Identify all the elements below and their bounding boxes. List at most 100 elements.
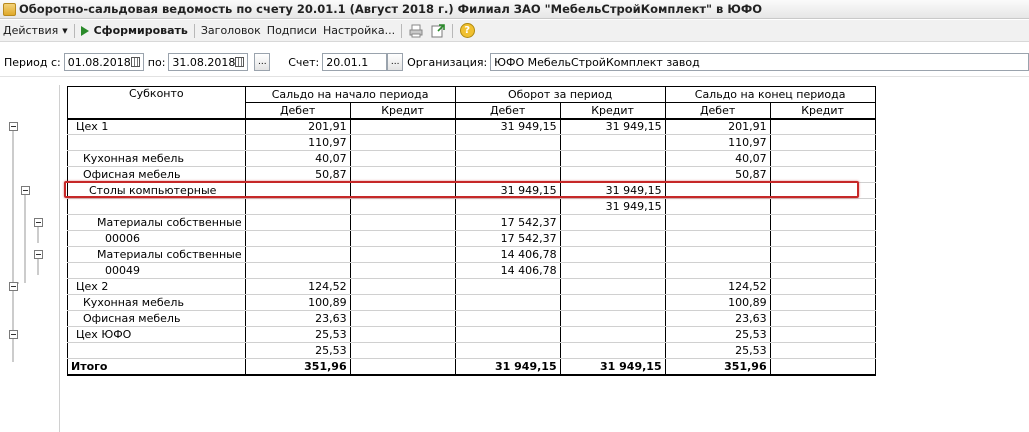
header-button[interactable]: Заголовок — [198, 21, 264, 41]
subkonto-cell: Офисная мебель — [67, 310, 246, 327]
report-area: Субконто Сальдо на начало периода Оборот… — [0, 76, 1029, 432]
opening-debit-cell — [244, 246, 351, 263]
col-turnover: Оборот за период — [454, 86, 666, 103]
total-closing-credit-cell — [769, 358, 876, 376]
col-opening-balance: Сальдо на начало периода — [244, 86, 456, 103]
turnover-credit-cell — [559, 214, 666, 231]
turnover-debit-cell: 31 949,15 — [454, 117, 561, 135]
opening-debit-cell: 201,91 — [244, 117, 351, 135]
table-row[interactable]: Кухонная мебель 40,07 40,07 — [67, 150, 876, 167]
opening-debit-cell: 25,53 — [244, 342, 351, 359]
turnover-debit-cell: 31 949,15 — [454, 182, 561, 199]
table-row[interactable]: 00006 17 542,37 — [67, 230, 876, 247]
table-row[interactable]: Офисная мебель 23,63 23,63 — [67, 310, 876, 327]
calendar-icon[interactable] — [235, 57, 245, 67]
subkonto-cell: Цех 1 — [67, 117, 246, 135]
table-row[interactable]: Цех 2 124,52 124,52 — [67, 278, 876, 295]
table-row[interactable]: Материалы собственные 17 542,37 — [67, 214, 876, 231]
collapse-group-icon[interactable] — [34, 250, 43, 259]
table-row[interactable]: 110,97 110,97 — [67, 134, 876, 151]
col-opening-credit: Кредит — [349, 102, 456, 119]
organization-value: ЮФО МебельСтройКомплект завод — [494, 55, 700, 69]
closing-credit-cell — [769, 278, 876, 295]
turnover-debit-cell — [454, 198, 561, 215]
period-select-button[interactable]: ... — [254, 53, 271, 71]
collapse-group-icon[interactable] — [9, 282, 18, 291]
table-row-selected[interactable]: Столы компьютерные 31 949,15 31 949,15 — [67, 182, 876, 199]
table-row[interactable]: 31 949,15 — [67, 198, 876, 215]
print-icon[interactable] — [408, 23, 424, 39]
opening-debit-cell — [244, 230, 351, 247]
total-turnover-credit-cell: 31 949,15 — [559, 358, 666, 376]
opening-debit-cell: 110,97 — [244, 134, 351, 151]
table-row[interactable]: Цех ЮФО 25,53 25,53 — [67, 326, 876, 343]
closing-debit-cell: 25,53 — [664, 326, 771, 343]
total-turnover-debit-cell: 31 949,15 — [454, 358, 561, 376]
dropdown-arrow-icon: ▼ — [62, 26, 68, 35]
opening-credit-cell — [349, 310, 456, 327]
opening-debit-cell: 124,52 — [244, 278, 351, 295]
subkonto-cell: 00049 — [67, 262, 246, 279]
account-value: 20.01.1 — [326, 55, 369, 69]
subkonto-cell: 00006 — [67, 230, 246, 247]
collapse-group-icon[interactable] — [9, 330, 18, 339]
signatures-button[interactable]: Подписи — [264, 21, 320, 41]
closing-credit-cell — [769, 117, 876, 135]
export-icon[interactable] — [430, 23, 446, 39]
closing-credit-cell — [769, 310, 876, 327]
table-row[interactable]: Цех 1 201,91 31 949,15 31 949,15 201,91 — [67, 117, 876, 135]
period-from-field[interactable]: 01.08.2018 — [63, 53, 144, 71]
turnover-credit-cell — [559, 326, 666, 343]
calendar-icon[interactable] — [130, 57, 140, 67]
help-button[interactable]: ? — [459, 23, 475, 39]
col-turnover-credit: Кредит — [559, 102, 666, 119]
table-row[interactable]: Офисная мебель 50,87 50,87 — [67, 166, 876, 183]
subkonto-cell: Цех ЮФО — [67, 326, 246, 343]
turnover-debit-cell: 14 406,78 — [454, 262, 561, 279]
subkonto-cell: Офисная мебель — [67, 166, 246, 183]
actions-menu[interactable]: Действия ▼ — [0, 21, 71, 41]
table-row[interactable]: 25,53 25,53 — [67, 342, 876, 359]
col-turnover-debit: Дебет — [454, 102, 561, 119]
opening-credit-cell — [349, 294, 456, 311]
signatures-button-label: Подписи — [266, 24, 317, 37]
opening-credit-cell — [349, 230, 456, 247]
turnover-credit-cell — [559, 246, 666, 263]
collapse-group-icon[interactable] — [34, 218, 43, 227]
collapse-group-icon[interactable] — [9, 122, 18, 131]
opening-debit-cell: 23,63 — [244, 310, 351, 327]
generate-button[interactable]: Сформировать — [78, 21, 191, 41]
total-closing-debit-cell: 351,96 — [664, 358, 771, 376]
closing-credit-cell — [769, 230, 876, 247]
header-button-label: Заголовок — [200, 24, 261, 37]
period-to-field[interactable]: 31.08.2018 — [168, 53, 249, 71]
table-row[interactable]: Материалы собственные 14 406,78 — [67, 246, 876, 263]
closing-debit-cell: 124,52 — [664, 278, 771, 295]
total-label-cell: Итого — [67, 358, 246, 376]
opening-credit-cell — [349, 182, 456, 199]
closing-credit-cell — [769, 246, 876, 263]
col-closing-balance: Сальдо на конец периода — [664, 86, 876, 103]
toolbar-separator — [401, 23, 403, 38]
closing-debit-cell — [664, 182, 771, 199]
organization-field[interactable]: ЮФО МебельСтройКомплект завод — [490, 53, 1029, 71]
account-select-button[interactable]: ... — [387, 53, 404, 71]
table-row[interactable]: 00049 14 406,78 — [67, 262, 876, 279]
opening-credit-cell — [349, 134, 456, 151]
toolbar-separator — [193, 23, 195, 38]
table-row[interactable]: Кухонная мебель 100,89 100,89 — [67, 294, 876, 311]
opening-credit-cell — [349, 166, 456, 183]
closing-debit-cell — [664, 230, 771, 247]
turnover-credit-cell — [559, 294, 666, 311]
collapse-group-icon[interactable] — [21, 186, 30, 195]
closing-debit-cell: 23,63 — [664, 310, 771, 327]
turnover-credit-cell: 31 949,15 — [559, 198, 666, 215]
settings-button[interactable]: Настройка... — [320, 21, 398, 41]
turnover-credit-cell: 31 949,15 — [559, 117, 666, 135]
turnover-credit-cell: 31 949,15 — [559, 182, 666, 199]
closing-credit-cell — [769, 294, 876, 311]
account-field[interactable]: 20.01.1 — [322, 53, 388, 71]
header-row: Субконто Сальдо на начало периода Оборот… — [67, 86, 876, 119]
total-row[interactable]: Итого 351,96 31 949,15 31 949,15 351,96 — [67, 358, 876, 376]
col-subkonto: Субконто — [67, 86, 246, 119]
